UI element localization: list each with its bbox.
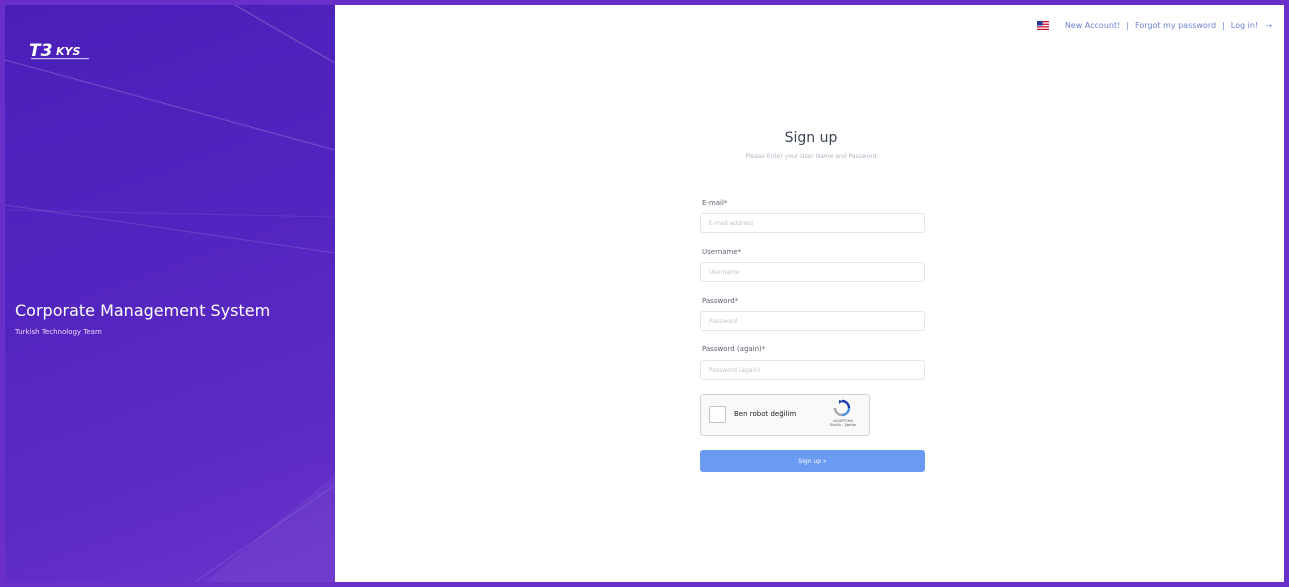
t3kys-logo: T3 KYS (29, 41, 89, 61)
email-label: E-mail* (702, 199, 728, 207)
nav-separator: | (1126, 21, 1130, 30)
svg-text:KYS: KYS (56, 45, 80, 58)
top-navigation: New Account! | Forgot my password | Log … (1036, 21, 1272, 30)
recaptcha-links[interactable]: Gizlilik - Şartlar (825, 423, 861, 427)
sign-up-button[interactable]: Sign up » (700, 450, 925, 472)
page-title: Sign up (784, 130, 838, 146)
recaptcha-icon (833, 399, 851, 417)
username-field[interactable] (700, 262, 925, 282)
forgot-password-link[interactable]: Forgot my password (1135, 21, 1216, 30)
page-subtitle: Please Enter your User Name and Password (745, 153, 877, 160)
password-again-label: Password (again)* (702, 345, 766, 353)
decorative-lines (5, 5, 335, 582)
password-again-field[interactable] (700, 360, 925, 380)
new-account-link[interactable]: New Account! (1065, 21, 1121, 30)
arrow-right-icon: → (1266, 21, 1272, 30)
recaptcha-widget: Ben robot değilim reCAPTCHA Gizlilik - Ş… (700, 394, 870, 436)
username-label: Username* (702, 248, 742, 256)
nav-separator: | (1222, 21, 1225, 30)
password-field[interactable] (700, 311, 925, 331)
recaptcha-label: Ben robot değilim (734, 410, 797, 418)
brand-panel: T3 KYS Corporate Management System Turki… (5, 5, 335, 582)
team-subtitle: Turkish Technology Team (15, 328, 102, 336)
us-flag-icon[interactable] (1036, 21, 1049, 30)
page-frame: T3 KYS Corporate Management System Turki… (5, 5, 1284, 582)
password-label: Password* (702, 297, 739, 305)
system-title: Corporate Management System (15, 301, 271, 320)
recaptcha-brand: reCAPTCHA Gizlilik - Şartlar (825, 419, 861, 427)
email-field[interactable] (700, 213, 925, 233)
login-link[interactable]: Log in! (1231, 21, 1258, 30)
recaptcha-checkbox[interactable] (709, 406, 726, 423)
